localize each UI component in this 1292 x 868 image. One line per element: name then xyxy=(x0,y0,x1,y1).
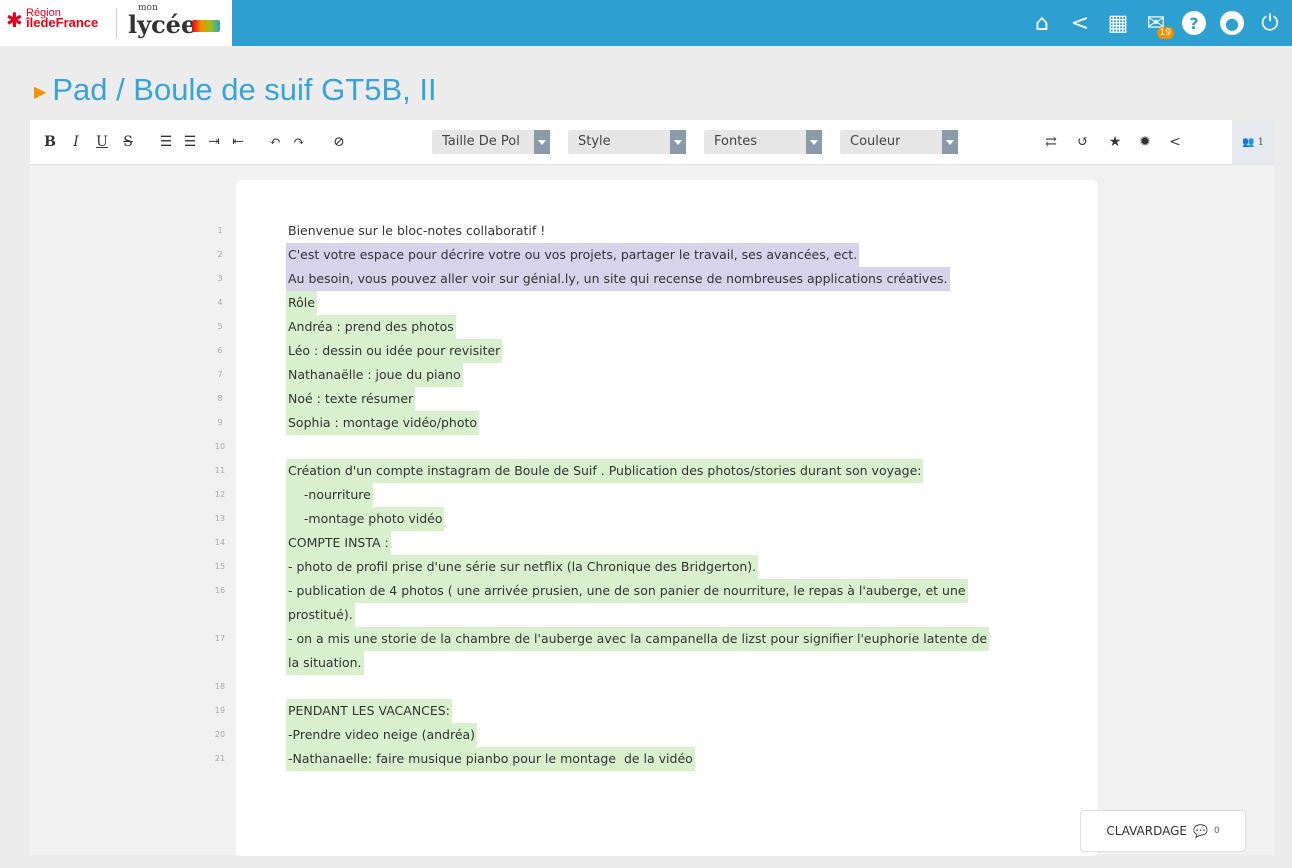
mail-count-badge: 19 xyxy=(1156,27,1174,39)
bullet-list-icon[interactable]: ☰ xyxy=(182,120,198,164)
pad-line-text[interactable]: -nourriture xyxy=(286,483,373,507)
top-bar: ✱ Région îledeFrance mon lycée ⌂ < ▦ ✉ 19 … xyxy=(0,0,1292,46)
line-number: 2 xyxy=(217,250,223,259)
users-count: 1 xyxy=(1257,136,1264,148)
pad-line-text[interactable]: la situation. xyxy=(286,651,364,675)
line-number: 16 xyxy=(214,586,226,595)
chat-bubbles-icon: 💬 xyxy=(1193,824,1208,838)
chat-button[interactable]: CLAVARDAGE 💬 0 xyxy=(1080,810,1246,852)
pad-line-text[interactable]: Sophia : montage vidéo/photo xyxy=(286,411,480,435)
chevron-down-icon xyxy=(534,130,550,154)
chat-label: CLAVARDAGE xyxy=(1106,824,1187,838)
redo-icon[interactable]: ↷ xyxy=(290,120,308,164)
pad-line-text[interactable]: prostitué). xyxy=(286,603,355,627)
line-number: 13 xyxy=(214,514,226,523)
line-number: 5 xyxy=(217,322,223,331)
fonts-select[interactable]: Fontes xyxy=(704,130,822,154)
line-number: 20 xyxy=(214,730,226,739)
line-number: 10 xyxy=(214,442,226,451)
pad-line-text[interactable]: - publication de 4 photos ( une arrivée … xyxy=(286,579,968,603)
line-number: 18 xyxy=(214,682,226,691)
chat-count: 0 xyxy=(1213,826,1220,836)
pad-line-text[interactable]: C'est votre espace pour décrire votre ou… xyxy=(286,243,860,267)
title-arrow-icon: ▶ xyxy=(34,83,47,101)
history-icon[interactable]: ↺ xyxy=(1074,120,1092,164)
pad-line-text[interactable] xyxy=(286,675,290,681)
numbered-list-icon[interactable]: ☰ xyxy=(158,120,174,164)
help-icon[interactable]: ? xyxy=(1180,9,1208,37)
editor-toolbar: B I U S ☰ ☰ ⇥ ⇤ ↶ ↷ ⊘ Taille De Pol Styl… xyxy=(30,120,1274,165)
share-pad-icon[interactable]: < xyxy=(1166,120,1184,164)
chevron-down-icon xyxy=(806,130,822,154)
line-number: 17 xyxy=(214,634,226,643)
pad-line-text[interactable]: Andréa : prend des photos xyxy=(286,315,456,339)
top-icons: ⌂ < ▦ ✉ 19 ? ● ⏻ xyxy=(1028,0,1284,46)
pad-line-text[interactable]: COMPTE INSTA : xyxy=(286,531,391,555)
line-number: 19 xyxy=(214,706,226,715)
pad-line-text[interactable]: - on a mis une storie de la chambre de l… xyxy=(286,627,990,651)
share-icon[interactable]: < xyxy=(1066,9,1094,37)
pad-line-text[interactable]: Rôle xyxy=(286,291,317,315)
line-number: 9 xyxy=(217,418,223,427)
pad-line-text[interactable]: Bienvenue sur le bloc-notes collaboratif… xyxy=(286,219,547,243)
line-number: 12 xyxy=(214,490,226,499)
users-icon: 👥 xyxy=(1241,136,1255,148)
pad-line-text[interactable]: -Nathanaelle: faire musique pianbo pour … xyxy=(286,747,695,771)
italic-button[interactable]: I xyxy=(68,120,84,164)
pad-line-text[interactable]: Léo : dessin ou idée pour revisiter xyxy=(286,339,503,363)
chevron-down-icon xyxy=(670,130,686,154)
line-number: 15 xyxy=(214,562,226,571)
strikethrough-button[interactable]: S xyxy=(120,120,136,164)
outdent-icon[interactable]: ⇤ xyxy=(230,120,246,164)
users-button[interactable]: 👥 1 xyxy=(1232,120,1274,164)
line-number: 11 xyxy=(214,466,226,475)
pad-line-text[interactable]: Nathanaëlle : joue du piano xyxy=(286,363,463,387)
pad-line-text[interactable]: -montage photo vidéo xyxy=(286,507,445,531)
logo[interactable]: ✱ Région îledeFrance mon lycée xyxy=(0,0,232,46)
pad-line-text[interactable]: Création d'un compte instagram de Boule … xyxy=(286,459,924,483)
logo-divider xyxy=(116,8,117,38)
region-logo-text: Région îledeFrance xyxy=(26,7,99,30)
power-icon[interactable]: ⏻ xyxy=(1256,9,1284,37)
bold-button[interactable]: B xyxy=(42,120,58,164)
clear-authorship-icon[interactable]: ⊘ xyxy=(330,120,348,164)
import-export-icon[interactable]: ⇄ xyxy=(1042,120,1060,164)
pad-line-text[interactable]: - photo de profil prise d'une série sur … xyxy=(286,555,759,579)
undo-icon[interactable]: ↶ xyxy=(266,120,284,164)
line-number: 1 xyxy=(217,226,223,235)
line-number: 4 xyxy=(217,298,223,307)
page-title: ▶ Pad / Boule de suif GT5B, II xyxy=(34,72,437,107)
apps-grid-icon[interactable]: ▦ xyxy=(1104,9,1132,37)
brand-net-badge xyxy=(192,20,220,32)
line-number: 14 xyxy=(214,538,226,547)
font-size-select[interactable]: Taille De Pol xyxy=(432,130,550,154)
line-number: 8 xyxy=(217,394,223,403)
indent-icon[interactable]: ⇥ xyxy=(206,120,222,164)
settings-gear-icon[interactable]: ✹ xyxy=(1136,120,1154,164)
pad-line-text[interactable]: PENDANT LES VACANCES: xyxy=(286,699,452,723)
star-icon[interactable]: ★ xyxy=(1106,120,1124,164)
mail-icon[interactable]: ✉ 19 xyxy=(1142,9,1174,39)
pad-line-text[interactable] xyxy=(286,435,290,441)
pad-line-text[interactable]: Au besoin, vous pouvez aller voir sur gé… xyxy=(286,267,950,291)
chevron-down-icon xyxy=(942,130,958,154)
line-number: 21 xyxy=(214,754,226,763)
color-select[interactable]: Couleur xyxy=(840,130,958,154)
line-number: 3 xyxy=(217,274,223,283)
pad-line-text[interactable]: -Prendre video neige (andréa) xyxy=(286,723,478,747)
brand-lycee: lycée xyxy=(128,10,197,39)
home-icon[interactable]: ⌂ xyxy=(1028,9,1056,37)
line-number: 7 xyxy=(217,370,223,379)
pad-line-text[interactable]: Noé : texte résumer xyxy=(286,387,416,411)
user-icon[interactable]: ● xyxy=(1218,9,1246,37)
region-star-icon: ✱ xyxy=(6,8,23,32)
style-select[interactable]: Style xyxy=(568,130,686,154)
line-number: 6 xyxy=(217,346,223,355)
underline-button[interactable]: U xyxy=(94,120,110,164)
